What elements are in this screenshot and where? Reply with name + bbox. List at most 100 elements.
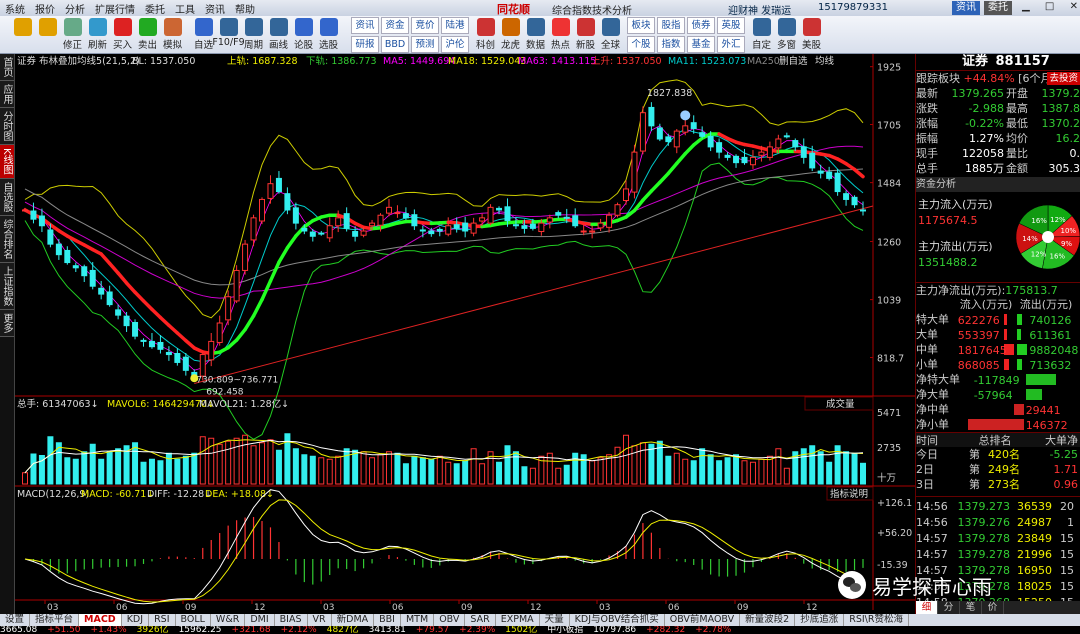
candle-body[interactable]: [589, 230, 596, 233]
candle-body[interactable]: [343, 213, 350, 229]
toolbar-globe-button[interactable]: 全球: [598, 16, 623, 53]
candle-body[interactable]: [665, 136, 672, 143]
candle-body[interactable]: [758, 151, 765, 156]
indicator-tab[interactable]: OBV前MAOBV: [665, 614, 741, 626]
toolbar-buy-button[interactable]: 买入: [110, 16, 135, 53]
candle-body[interactable]: [267, 183, 274, 199]
candle-body[interactable]: [157, 341, 164, 350]
candle-body[interactable]: [673, 130, 680, 148]
left-nav-item[interactable]: 更多: [0, 309, 14, 337]
candle-body[interactable]: [309, 231, 316, 237]
left-nav-item[interactable]: 应用: [0, 81, 14, 108]
candle-body[interactable]: [800, 146, 807, 158]
menu-item-news[interactable]: 资讯: [200, 1, 230, 16]
toolbar-dragon-tiger-button[interactable]: 龙虎: [498, 16, 523, 53]
candle-body[interactable]: [148, 340, 155, 348]
candle-body[interactable]: [132, 321, 139, 337]
candle-body[interactable]: [22, 209, 28, 212]
candle-body[interactable]: [597, 222, 604, 229]
candle-body[interactable]: [699, 132, 706, 137]
toolbar-discuss-button[interactable]: 论股: [291, 16, 316, 53]
close-icon[interactable]: ✕: [1070, 1, 1078, 12]
indicator-tab[interactable]: SAR: [465, 614, 496, 626]
left-nav-item[interactable]: 综合排名: [0, 215, 14, 263]
indicator-tab[interactable]: W&R: [211, 614, 246, 626]
candle-body[interactable]: [741, 156, 748, 164]
toolbar-select-stock-button[interactable]: 选股: [316, 16, 341, 53]
indicator-tab[interactable]: 设置: [0, 614, 31, 626]
left-nav-item[interactable]: 上证指数: [0, 262, 14, 310]
candle-body[interactable]: [521, 225, 528, 229]
candle-body[interactable]: [733, 155, 740, 164]
candle-body[interactable]: [318, 232, 325, 235]
candle-body[interactable]: [30, 210, 37, 220]
candle-body[interactable]: [563, 216, 570, 219]
candle-body[interactable]: [301, 227, 308, 232]
menu-item-tools[interactable]: 工具: [170, 1, 200, 16]
indicator-tab[interactable]: VR: [308, 614, 332, 626]
toolbar-grid-button[interactable]: 股指: [657, 17, 685, 34]
candle-body[interactable]: [639, 112, 646, 152]
candle-body[interactable]: [462, 222, 469, 232]
candle-body[interactable]: [292, 207, 299, 224]
candle-body[interactable]: [38, 215, 45, 227]
candle-body[interactable]: [123, 315, 130, 327]
candle-body[interactable]: [690, 122, 697, 129]
toolbar-ipo-button[interactable]: 新股: [573, 16, 598, 53]
indicator-tab[interactable]: KDJ与OBV结合抓买: [570, 614, 665, 626]
menu-item-quote[interactable]: 报价: [30, 1, 60, 16]
toolbar-edit-button[interactable]: 修正: [60, 16, 85, 53]
candle-body[interactable]: [140, 339, 147, 342]
toolbar-sell-button[interactable]: 卖出: [135, 16, 160, 53]
candle-body[interactable]: [809, 152, 816, 169]
toolbar-grid-button[interactable]: 研报: [351, 36, 379, 53]
candle-body[interactable]: [47, 229, 54, 245]
candle-body[interactable]: [792, 140, 799, 148]
candle-body[interactable]: [89, 269, 96, 287]
event-marker[interactable]: [680, 110, 691, 121]
candle-body[interactable]: [580, 230, 587, 233]
candle-body[interactable]: [216, 322, 223, 343]
indicator-tab[interactable]: EXPMA: [496, 614, 540, 626]
candle-body[interactable]: [55, 243, 62, 256]
toolbar-draw-line-button[interactable]: 画线: [266, 16, 291, 53]
left-nav-item[interactable]: K线图: [0, 145, 14, 179]
candle-body[interactable]: [436, 228, 443, 232]
indicator-tab[interactable]: 新量波段2: [740, 614, 796, 626]
candle-body[interactable]: [826, 171, 833, 179]
candle-body[interactable]: [165, 351, 172, 356]
indicator-tab[interactable]: DMI: [245, 614, 275, 626]
candle-body[interactable]: [81, 266, 88, 277]
toolbar-data-button[interactable]: 数据: [523, 16, 548, 53]
candle-body[interactable]: [208, 340, 215, 361]
indicator-tab[interactable]: BIAS: [275, 614, 308, 626]
candle-body[interactable]: [606, 214, 613, 228]
candle-body[interactable]: [106, 291, 113, 306]
toolbar-grid-button[interactable]: 陆港: [441, 17, 469, 34]
candle-body[interactable]: [487, 206, 494, 224]
indicator-tab[interactable]: 天量: [540, 614, 570, 626]
toolbar-grid-button[interactable]: 竞价: [411, 17, 439, 34]
candle-body[interactable]: [352, 231, 359, 237]
menu-item-system[interactable]: 系统: [0, 1, 30, 16]
candle-body[interactable]: [555, 212, 562, 216]
candle-body[interactable]: [843, 193, 850, 200]
toolbar-grid-button[interactable]: 板块: [627, 17, 655, 34]
toolbar-period-button[interactable]: 周期: [241, 16, 266, 53]
candle-body[interactable]: [284, 193, 291, 211]
toolbar-grid-button[interactable]: BBD: [381, 36, 409, 53]
candle-body[interactable]: [716, 142, 723, 153]
indicator-tab[interactable]: 抄底追涨: [795, 614, 845, 626]
candle-body[interactable]: [428, 230, 435, 235]
toolbar-refresh-button[interactable]: 刷新: [85, 16, 110, 53]
menu-item-help[interactable]: 帮助: [230, 1, 260, 16]
candle-body[interactable]: [512, 224, 519, 227]
candle-body[interactable]: [225, 296, 232, 321]
candle-body[interactable]: [682, 125, 689, 133]
candle-body[interactable]: [851, 196, 858, 206]
user-name[interactable]: 迎财神 发瑞运: [728, 2, 791, 17]
candle-body[interactable]: [479, 217, 486, 222]
candle-body[interactable]: [504, 206, 511, 221]
left-nav-item[interactable]: 首页: [0, 54, 14, 81]
candle-body[interactable]: [470, 222, 477, 234]
